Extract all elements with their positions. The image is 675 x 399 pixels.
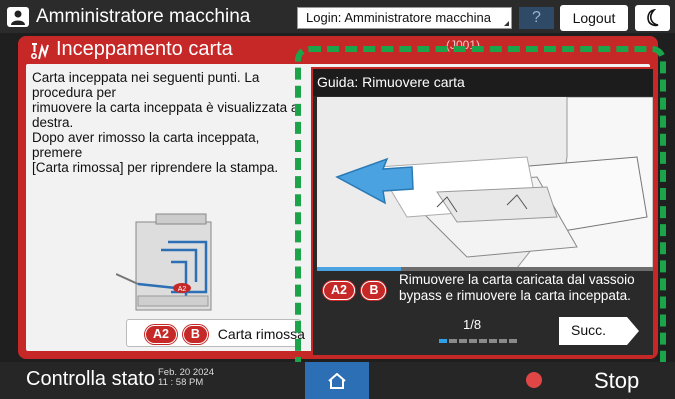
user-title: Amministratore macchina — [36, 6, 251, 27]
login-status-field[interactable]: Login: Amministratore macchina — [297, 7, 512, 29]
user-icon — [7, 7, 29, 27]
paper-jam-icon — [30, 43, 49, 60]
guide-highlight-frame — [295, 46, 666, 375]
top-bar: Amministratore macchina Login: Amministr… — [0, 0, 675, 33]
login-text: Login: Amministratore macchina — [306, 10, 491, 25]
stop-label: Stop — [594, 368, 640, 393]
stop-button[interactable]: Stop — [516, 362, 675, 399]
stop-icon — [526, 372, 542, 388]
help-button[interactable]: ? — [519, 7, 554, 29]
home-button[interactable] — [305, 362, 369, 399]
bottom-bar: Controlla stato Feb. 20 2024 11 : 58 PM … — [0, 362, 675, 399]
alert-title: Inceppamento carta — [56, 38, 233, 60]
badge-b: B — [182, 324, 208, 344]
date-time: Feb. 20 2024 11 : 58 PM — [158, 368, 214, 388]
logout-button[interactable]: Logout — [560, 5, 628, 31]
moon-icon — [647, 9, 659, 27]
badge-a2: A2 — [145, 324, 177, 344]
jam-location-badge: A2 — [178, 286, 187, 293]
printer-diagram: A2 — [116, 213, 212, 311]
home-icon — [328, 373, 346, 389]
dropdown-corner-icon — [504, 21, 509, 26]
paper-removed-label: Carta rimossa — [217, 326, 305, 343]
check-status-button[interactable]: Controlla stato — [26, 368, 155, 391]
alert-description: Carta inceppata nei seguenti punti. La p… — [32, 70, 299, 175]
energy-saver-button[interactable] — [635, 5, 670, 31]
paper-removed-button[interactable]: A2 B Carta rimossa — [126, 319, 305, 347]
time: 11 : 58 PM — [158, 377, 204, 388]
